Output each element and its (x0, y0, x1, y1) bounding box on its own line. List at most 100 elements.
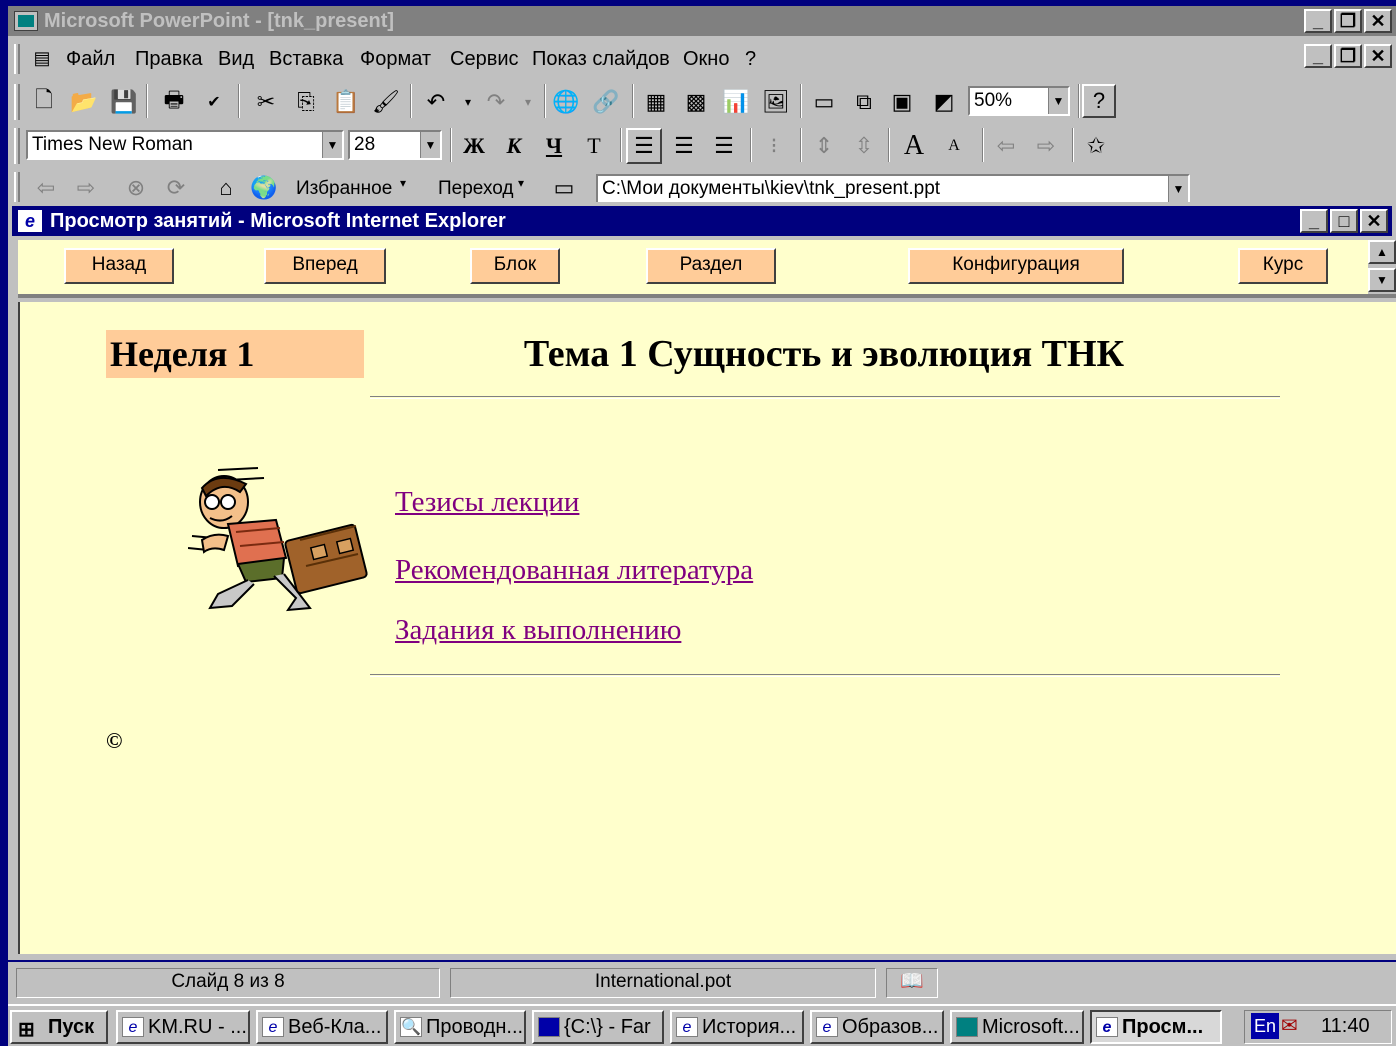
spelling-status-icon[interactable]: 📖 (886, 968, 938, 998)
new-icon[interactable]: 🗋 (28, 86, 60, 118)
menu-edit[interactable]: Правка (135, 48, 203, 71)
font-name-dropdown-icon[interactable]: ▼ (322, 132, 342, 158)
pp-minimize-button[interactable]: _ (1304, 9, 1332, 33)
tray-app-icon[interactable]: ✉ (1281, 1011, 1298, 1041)
format-toolbar-grip[interactable] (14, 128, 20, 164)
refresh-icon[interactable]: ⟳ (160, 172, 192, 202)
bold-icon[interactable]: Ж (458, 130, 490, 162)
task-education[interactable]: e Образов... (810, 1010, 944, 1044)
decrease-font-icon[interactable]: A (938, 130, 970, 162)
back-arrow-icon[interactable]: ⇦ (30, 172, 62, 202)
address-field[interactable]: C:\Мои документы\kiev\tnk_present.ppt ▼ (596, 174, 1190, 202)
slide-layout-icon[interactable]: ⧉ (848, 86, 880, 118)
copy-icon[interactable]: ⎘ (290, 86, 322, 118)
show-only-web-toolbar-icon[interactable]: ▭ (548, 172, 580, 202)
promote-icon[interactable]: ⇦ (990, 130, 1022, 162)
hyperlink-icon[interactable]: 🔗 (590, 86, 622, 118)
task-explorer[interactable]: 🔍 Проводн... (394, 1010, 526, 1044)
undo-icon[interactable]: ↶ (420, 86, 452, 118)
open-icon[interactable]: 📂 (68, 86, 100, 118)
goto-dropdown-icon[interactable]: ▾ (518, 176, 524, 190)
task-far[interactable]: {C:\} - Far (532, 1010, 664, 1044)
align-center-icon[interactable]: ☰ (668, 130, 700, 162)
shadow-icon[interactable]: T (578, 130, 610, 162)
nav-block-button[interactable]: Блок (470, 248, 560, 284)
ie-minimize-button[interactable]: _ (1300, 209, 1328, 233)
lecture-theses-link[interactable]: Тезисы лекции (395, 486, 579, 519)
format-painter-icon[interactable]: 🖌 (370, 86, 402, 118)
start-button[interactable]: ⊞ Пуск (10, 1010, 108, 1044)
pp-restore-button[interactable]: ❐ (1334, 9, 1362, 33)
doc-minimize-button[interactable]: _ (1304, 44, 1332, 68)
address-dropdown-icon[interactable]: ▼ (1168, 176, 1188, 202)
menu-view[interactable]: Вид (218, 48, 254, 71)
web-toolbar-icon[interactable]: 🌐 (550, 86, 582, 118)
paste-icon[interactable]: 📋 (330, 86, 362, 118)
assignments-link[interactable]: Задания к выполнению (395, 614, 681, 647)
zoom-select[interactable]: 50% ▼ (968, 86, 1070, 116)
apply-design-icon[interactable]: ▣ (886, 86, 918, 118)
cut-icon[interactable]: ✂ (250, 86, 282, 118)
insert-chart-icon[interactable]: 📊 (720, 86, 752, 118)
demote-icon[interactable]: ⇨ (1030, 130, 1062, 162)
clock[interactable]: 11:40 (1321, 1011, 1370, 1041)
menu-insert[interactable]: Вставка (269, 48, 343, 71)
document-icon[interactable]: ▤ (26, 42, 58, 74)
menu-help[interactable]: ? (745, 48, 756, 71)
print-icon[interactable]: 🖶 (158, 86, 190, 118)
favorites-menu[interactable]: Избранное (296, 178, 392, 200)
nav-configuration-button[interactable]: Конфигурация (908, 248, 1124, 284)
redo-dropdown-icon[interactable]: ▾ (512, 86, 544, 118)
search-web-icon[interactable]: 🌍 (248, 172, 280, 202)
task-ie-view-active[interactable]: e Просм... (1090, 1010, 1222, 1044)
toolbar-grip[interactable] (14, 84, 20, 120)
nav-section-button[interactable]: Раздел (646, 248, 776, 284)
recommended-literature-link[interactable]: Рекомендованная литература (395, 554, 753, 587)
ie-maximize-button[interactable]: □ (1330, 209, 1358, 233)
increase-font-icon[interactable]: A (898, 130, 930, 162)
scroll-up-icon[interactable]: ▲ (1368, 240, 1396, 264)
italic-icon[interactable]: К (498, 130, 530, 162)
menu-file[interactable]: Файл (66, 48, 115, 71)
forward-arrow-icon[interactable]: ⇨ (70, 172, 102, 202)
doc-restore-button[interactable]: ❐ (1334, 44, 1362, 68)
bullets-icon[interactable]: ⁝ (758, 130, 790, 162)
task-history[interactable]: e История... (670, 1010, 804, 1044)
menu-tools[interactable]: Сервис (450, 48, 519, 71)
font-size-select[interactable]: 28 ▼ (348, 130, 442, 160)
nav-back-button[interactable]: Назад (64, 248, 174, 284)
font-name-select[interactable]: Times New Roman ▼ (26, 130, 344, 160)
redo-icon[interactable]: ↷ (480, 86, 512, 118)
menu-grip[interactable] (14, 44, 20, 74)
save-icon[interactable]: 💾 (108, 86, 140, 118)
align-right-icon[interactable]: ☰ (708, 130, 740, 162)
goto-menu[interactable]: Переход (438, 178, 513, 200)
nav-scrollbar[interactable]: ▲ ▼ (1368, 240, 1396, 294)
grayscale-icon[interactable]: ◩ (928, 86, 960, 118)
pp-close-button[interactable]: ✕ (1364, 9, 1392, 33)
align-left-icon[interactable]: ☰ (626, 128, 662, 164)
home-icon[interactable]: ⌂ (210, 172, 242, 202)
favorites-dropdown-icon[interactable]: ▾ (400, 176, 406, 190)
task-kmru[interactable]: e KM.RU - ... (116, 1010, 250, 1044)
task-microsoft-powerpoint[interactable]: Microsoft... (950, 1010, 1084, 1044)
nav-course-button[interactable]: Курс (1238, 248, 1328, 284)
insert-clipart-icon[interactable]: 🖼 (760, 86, 792, 118)
new-slide-icon[interactable]: ▭ (808, 86, 840, 118)
menu-format[interactable]: Формат (360, 48, 431, 71)
nav-forward-button[interactable]: Вперед (264, 248, 386, 284)
menu-window[interactable]: Окно (683, 48, 729, 71)
increase-spacing-icon[interactable]: ⇕ (808, 130, 840, 162)
decrease-spacing-icon[interactable]: ⇳ (848, 130, 880, 162)
font-size-dropdown-icon[interactable]: ▼ (420, 132, 440, 158)
language-indicator[interactable]: En (1251, 1013, 1279, 1039)
stop-icon[interactable]: ⊗ (120, 172, 152, 202)
ie-close-button[interactable]: ✕ (1360, 209, 1388, 233)
zoom-dropdown-icon[interactable]: ▼ (1048, 88, 1068, 114)
doc-close-button[interactable]: ✕ (1364, 44, 1392, 68)
web-toolbar-grip[interactable] (14, 172, 20, 202)
animation-effects-icon[interactable]: ✩ (1080, 130, 1112, 162)
scroll-down-icon[interactable]: ▼ (1368, 268, 1396, 292)
underline-icon[interactable]: Ч (538, 130, 570, 162)
task-web-class[interactable]: e Веб-Кла... (256, 1010, 388, 1044)
